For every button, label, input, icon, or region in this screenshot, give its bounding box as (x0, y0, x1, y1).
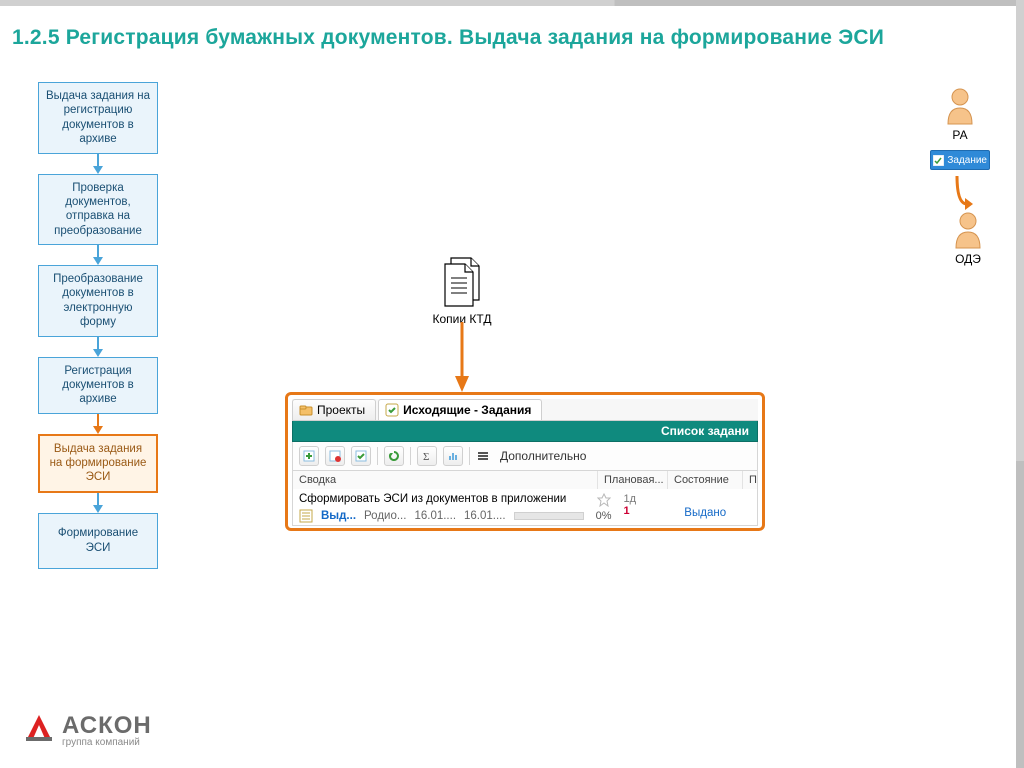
arrow-down-icon (91, 414, 105, 434)
arrow-to-app-icon (454, 322, 470, 392)
actor-column: РА Задание ОДЭ (924, 86, 996, 266)
actor-label-top: РА (924, 128, 996, 142)
cell-status: Выдано (678, 491, 743, 525)
toolbar-cancel-button[interactable] (325, 446, 345, 466)
arrow-down-icon (91, 245, 105, 265)
toolbar-chart-button[interactable] (443, 446, 463, 466)
progress-pct: 0% (596, 510, 612, 522)
app-window: Проекты Исходящие - Задания Список задан… (285, 392, 765, 531)
col-status[interactable]: Состояние (668, 471, 743, 489)
task-author: Родио... (364, 510, 406, 522)
menu-icon[interactable] (476, 449, 490, 463)
documents-icon-block: Копии КТД (420, 256, 504, 326)
slide-frame-top (0, 0, 1024, 6)
task-chip-label: Задание (947, 155, 987, 166)
toolbar-complete-button[interactable] (351, 446, 371, 466)
cell-summary: Сформировать ЭСИ из документов в приложе… (293, 491, 617, 525)
toolbar-separator (410, 447, 411, 465)
plan-duration: 1д (623, 493, 672, 505)
status-value: Выдано (684, 507, 737, 519)
folder-icon (299, 403, 313, 417)
plan-count: 1 (623, 505, 672, 517)
col-plan[interactable]: Плановая... (598, 471, 668, 489)
task-grid: Сводка Плановая... Состояние П Сформиров… (292, 471, 758, 526)
task-date-2: 16.01.... (464, 510, 506, 522)
svg-text:Σ: Σ (423, 451, 429, 462)
toolbar-refresh-button[interactable] (384, 446, 404, 466)
task-list-icon (299, 509, 313, 523)
process-flow: Выдача задания на регистрацию документов… (34, 82, 162, 569)
person-icon (940, 210, 996, 250)
toolbar-new-button[interactable] (299, 446, 319, 466)
tab-projects[interactable]: Проекты (292, 399, 376, 420)
star-icon[interactable] (597, 493, 611, 507)
tab-outgoing-tasks[interactable]: Исходящие - Задания (378, 399, 542, 420)
logo-mark-icon (22, 711, 56, 748)
toolbar-extra-menu[interactable]: Дополнительно (496, 449, 586, 463)
toolbar: Σ Дополнительно (292, 442, 758, 471)
task-title: Сформировать ЭСИ из документов в приложе… (299, 493, 611, 505)
flow-step: Формирование ЭСИ (38, 513, 158, 569)
documents-icon (420, 256, 504, 308)
logo-tagline: группа компаний (62, 738, 152, 748)
company-logo: АСКОН группа компаний (22, 711, 152, 748)
toolbar-separator (469, 447, 470, 465)
flow-step: Преобразование документов в электронную … (38, 265, 158, 337)
logo-name: АСКОН (62, 714, 152, 738)
actor-label-bottom: ОДЭ (940, 252, 996, 266)
tab-bar: Проекты Исходящие - Задания (292, 399, 758, 421)
task-date-1: 16.01.... (414, 510, 456, 522)
arrow-down-icon (91, 493, 105, 513)
list-banner: Список задани (292, 421, 758, 442)
flow-step: Регистрация документов в архиве (38, 357, 158, 414)
task-chip: Задание (930, 150, 990, 170)
arrow-down-icon (91, 154, 105, 174)
task-out-icon (385, 403, 399, 417)
progress-bar (514, 512, 584, 520)
actor-flow-arrow-icon (953, 174, 967, 208)
col-extra[interactable]: П (743, 471, 757, 489)
flow-step: Выдача задания на регистрацию документов… (38, 82, 158, 154)
slide-frame-right (1016, 0, 1024, 768)
flow-step-current: Выдача задания на формирование ЭСИ (38, 434, 158, 493)
table-row[interactable]: Сформировать ЭСИ из документов в приложе… (293, 489, 757, 525)
grid-header: Сводка Плановая... Состояние П (293, 471, 757, 489)
flow-step: Проверка документов, отправка на преобра… (38, 174, 158, 246)
toolbar-sum-button[interactable]: Σ (417, 446, 437, 466)
cell-plan: 1д 1 (617, 491, 678, 525)
arrow-down-icon (91, 337, 105, 357)
task-chip-icon (933, 153, 944, 167)
person-icon (924, 86, 996, 126)
toolbar-separator (377, 447, 378, 465)
cell-edge (743, 491, 757, 525)
tab-label: Исходящие - Задания (403, 403, 531, 417)
tab-label: Проекты (317, 403, 365, 417)
task-sub-link[interactable]: Выд... (321, 510, 356, 522)
col-summary[interactable]: Сводка (293, 471, 598, 489)
page-title: 1.2.5 Регистрация бумажных документов. В… (12, 26, 1004, 50)
